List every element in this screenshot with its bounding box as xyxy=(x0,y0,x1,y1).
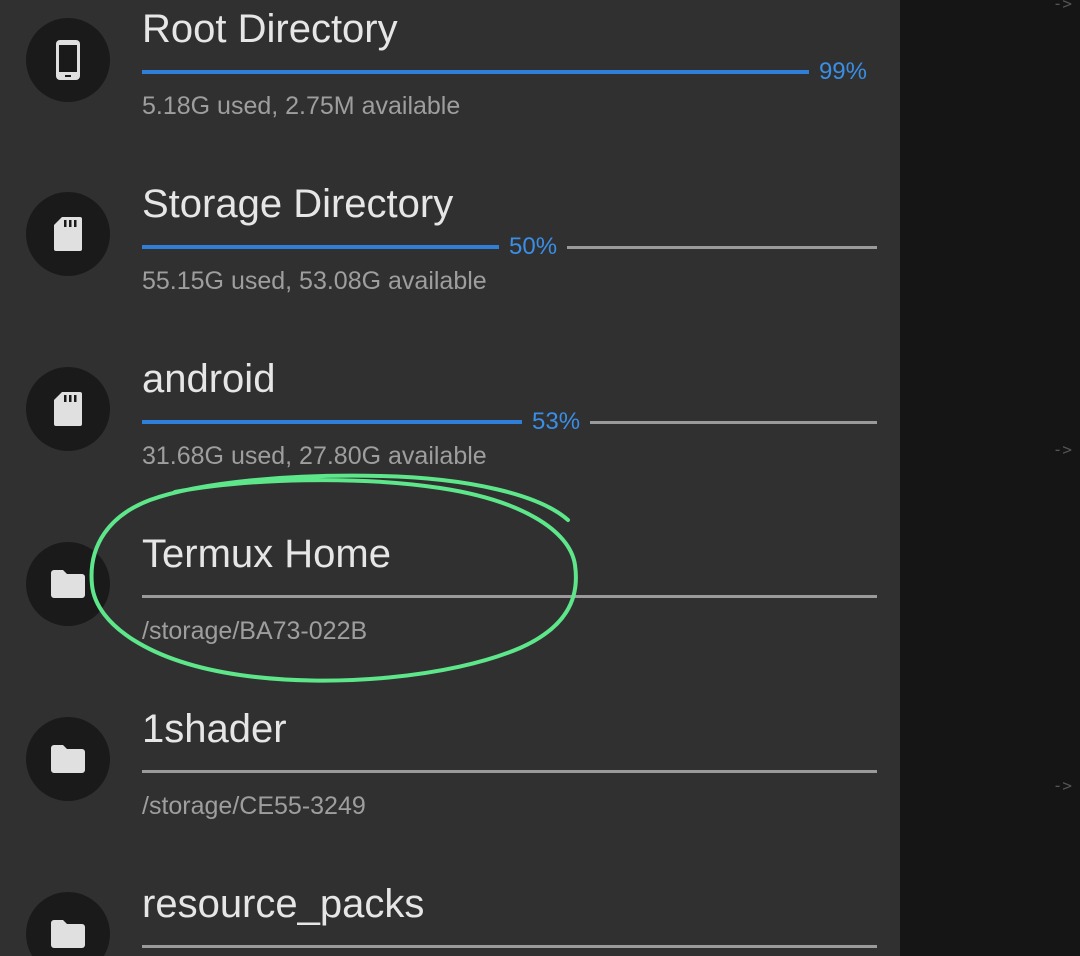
usage-bar-fill xyxy=(142,420,522,424)
usage-text: 31.68G used, 27.80G available xyxy=(142,442,487,470)
usage-bar-remaining xyxy=(590,420,877,424)
bookmark-item-termux-home[interactable]: Termux Home /storage/BA73-022B xyxy=(0,525,900,700)
usage-percent: 50% xyxy=(509,233,558,260)
usage-bar-fill xyxy=(142,245,499,249)
usage-bar-fill xyxy=(142,70,809,74)
phone-icon xyxy=(26,18,110,102)
item-path: /storage/BA73-022B xyxy=(142,617,368,645)
sd-card-icon xyxy=(26,367,110,451)
bookmark-item-1shader[interactable]: 1shader /storage/CE55-3249 xyxy=(0,700,900,875)
divider-line xyxy=(142,945,877,948)
usage-bar: 53% xyxy=(142,408,877,436)
sd-card-icon xyxy=(26,192,110,276)
storage-item-android[interactable]: android 53% 31.68G used, 27.80G availabl… xyxy=(0,350,900,525)
item-title: resource_packs xyxy=(142,882,425,926)
usage-bar-remaining xyxy=(567,245,877,249)
usage-bar: 50% xyxy=(142,233,877,261)
usage-text: 55.15G used, 53.08G available xyxy=(142,267,487,295)
arrow-hint: -> xyxy=(1052,0,1072,13)
storage-drawer: Root Directory 99% 5.18G used, 2.75M ava… xyxy=(0,0,900,956)
storage-item-storage-directory[interactable]: Storage Directory 50% 55.15G used, 53.08… xyxy=(0,175,900,350)
background-app-panel: -> -> -> xyxy=(900,0,1080,956)
item-title: android xyxy=(142,357,276,401)
item-title: 1shader xyxy=(142,707,287,751)
storage-item-root-directory[interactable]: Root Directory 99% 5.18G used, 2.75M ava… xyxy=(0,0,900,175)
usage-bar: 99% xyxy=(142,58,877,86)
folder-icon xyxy=(26,717,110,801)
bookmark-item-resource-packs[interactable]: resource_packs xyxy=(0,875,900,956)
arrow-hint: -> xyxy=(1052,776,1072,795)
usage-percent: 99% xyxy=(818,58,867,85)
item-title: Root Directory xyxy=(142,7,398,51)
item-path: /storage/CE55-3249 xyxy=(142,792,366,820)
arrow-hint: -> xyxy=(1052,440,1072,459)
folder-icon xyxy=(26,542,110,626)
divider-line xyxy=(142,770,877,773)
usage-text: 5.18G used, 2.75M available xyxy=(142,92,461,120)
usage-percent: 53% xyxy=(532,408,581,435)
item-title: Termux Home xyxy=(142,532,391,576)
folder-icon xyxy=(26,892,110,956)
divider-line xyxy=(142,595,877,598)
item-title: Storage Directory xyxy=(142,182,454,226)
